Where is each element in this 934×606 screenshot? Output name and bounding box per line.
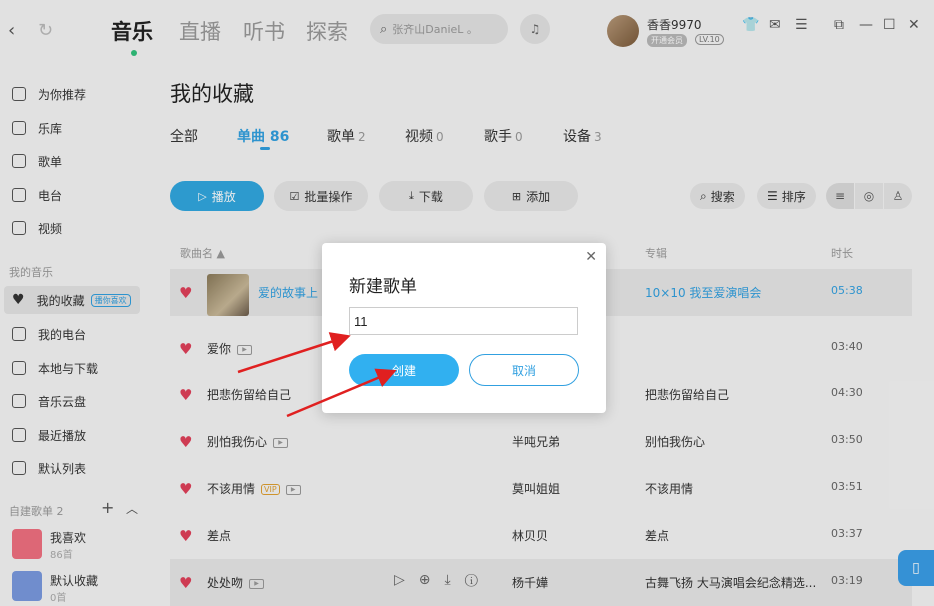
cancel-button[interactable]: 取消 xyxy=(469,354,579,386)
dialog-title: 新建歌单 xyxy=(349,277,417,297)
close-icon[interactable]: ✕ xyxy=(585,249,597,265)
playlist-name-input[interactable] xyxy=(349,307,578,335)
create-button[interactable]: 创建 xyxy=(349,354,459,386)
new-playlist-dialog: 新建歌单 ✕ 创建 取消 xyxy=(322,243,606,413)
